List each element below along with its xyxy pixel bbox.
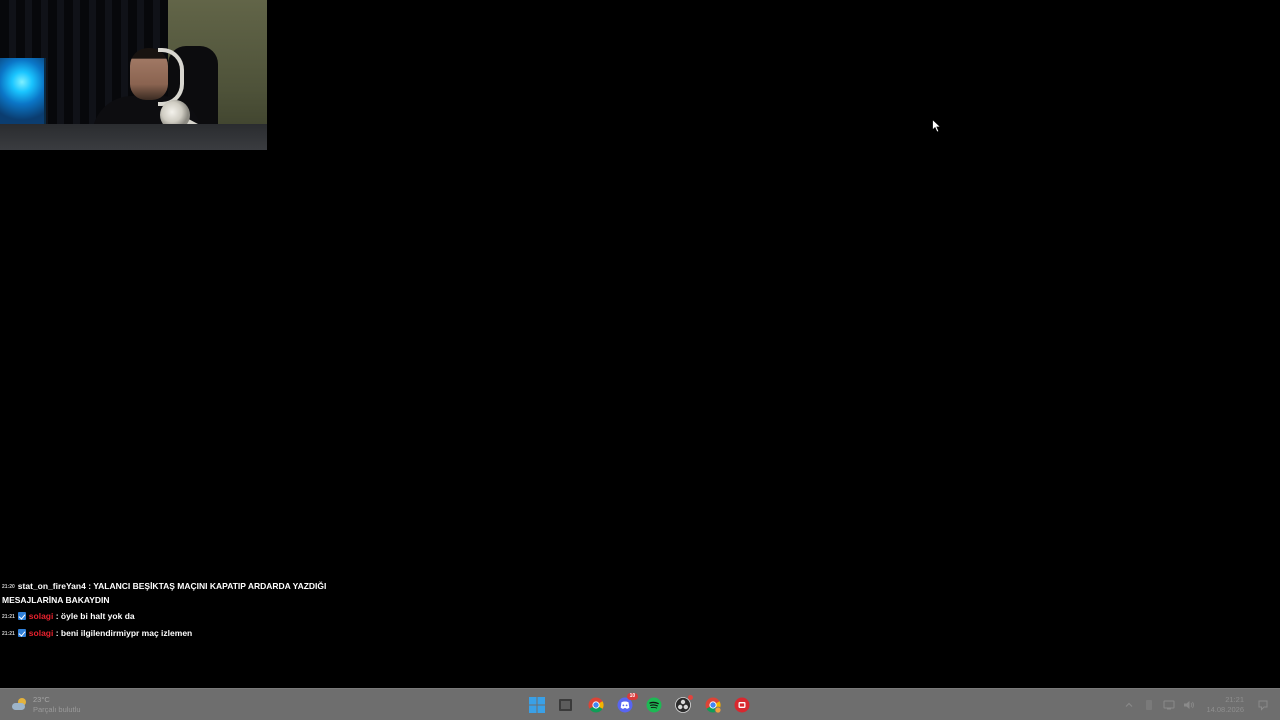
network-icon[interactable]	[1162, 698, 1176, 712]
verified-badge-icon	[17, 612, 26, 620]
start-button[interactable]	[526, 694, 548, 716]
chrome-icon	[705, 697, 721, 713]
chat-timestamp: 21:21	[2, 614, 15, 620]
chat-message: 21:21 solagi : öyle bi halt yok da	[2, 610, 342, 624]
discord-app[interactable]: 10	[614, 693, 638, 716]
taskview-button[interactable]	[555, 694, 577, 716]
webcam-desk	[0, 124, 267, 150]
chrome-icon	[588, 697, 604, 713]
windows-icon	[529, 697, 545, 713]
weather-condition: Parçalı bulutlu	[33, 705, 81, 714]
chat-text: beni ilgilendirmiypr maç izlemen	[60, 628, 193, 638]
clock-date: 14.08.2026	[1206, 705, 1244, 714]
weather-text: 23°C Parçalı bulutlu	[33, 695, 81, 715]
chat-message: 21:20 stat_on_fireYan4 : YALANCI BEŞİKTAŞ…	[2, 580, 342, 607]
chat-message: 21:21 solagi : beni ilgilendirmiypr maç i…	[2, 627, 342, 641]
desktop-screen: 21:20 stat_on_fireYan4 : YALANCI BEŞİKTAŞ…	[0, 0, 1280, 720]
webcam-pc-case	[0, 58, 46, 130]
volume-icon[interactable]	[1182, 698, 1196, 712]
chat-separator: :	[53, 628, 61, 638]
mouse-cursor-icon	[932, 119, 942, 133]
obs-app[interactable]	[672, 694, 694, 716]
spotify-app[interactable]	[643, 694, 665, 716]
partly-cloudy-icon	[12, 698, 28, 712]
system-tray: 21:21 14.08.2026	[1116, 694, 1270, 716]
chat-username: stat_on_fireYan4	[17, 581, 86, 591]
red-app[interactable]	[731, 694, 753, 716]
weather-temperature: 23°C	[33, 695, 50, 704]
webcam-overlay	[0, 0, 267, 150]
show-hidden-icons-chevron-up-icon[interactable]	[1122, 698, 1136, 712]
chat-username: solagi	[28, 611, 54, 621]
verified-badge-icon	[17, 629, 26, 637]
chat-separator: :	[53, 611, 61, 621]
taskview-icon	[559, 699, 573, 711]
clock-time: 21:21	[1225, 695, 1244, 704]
chat-username: solagi	[28, 628, 54, 638]
taskbar-apps: 10	[526, 693, 760, 716]
chrome-profile-app[interactable]	[702, 694, 724, 716]
chat-text: öyle bi halt yok da	[60, 611, 135, 621]
chat-timestamp: 21:21	[2, 631, 15, 637]
red-app-icon	[734, 697, 750, 713]
tray-app-icon[interactable]	[1142, 698, 1156, 712]
spotify-icon	[646, 697, 662, 713]
chat-overlay: 21:20 stat_on_fireYan4 : YALANCI BEŞİKTAŞ…	[2, 580, 342, 644]
taskbar: 23°C Parçalı bulutlu 10 21:21 14.08.2026	[0, 688, 1280, 720]
chat-timestamp: 21:20	[2, 584, 15, 590]
weather-widget[interactable]: 23°C Parçalı bulutlu	[12, 694, 81, 716]
obs-recording-dot-icon	[688, 695, 694, 700]
system-clock[interactable]: 21:21 14.08.2026	[1206, 695, 1244, 715]
notification-center-icon[interactable]	[1256, 698, 1270, 712]
chrome-app[interactable]	[585, 694, 607, 716]
discord-notification-badge: 10	[626, 693, 638, 700]
